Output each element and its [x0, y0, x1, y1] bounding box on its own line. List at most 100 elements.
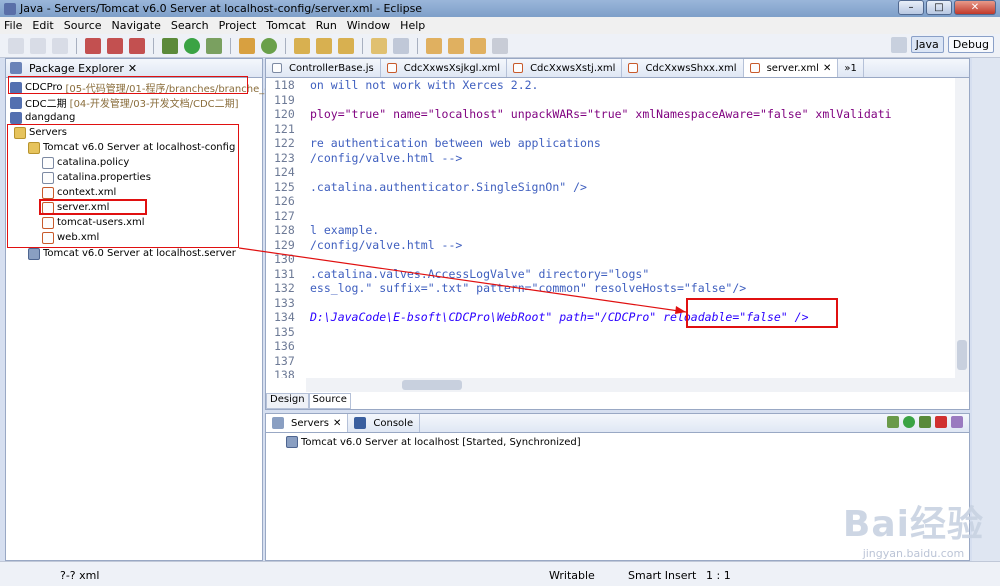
new-class-icon[interactable] [261, 37, 277, 54]
line-number: 137 [274, 353, 295, 368]
menu-help[interactable]: Help [400, 19, 425, 32]
code-line[interactable]: D:\JavaCode\E-bsoft\CDCPro\WebRoot" path… [310, 310, 809, 325]
tree-item-path: [04-开发管理/03-开发文档/CDC二期] [69, 99, 239, 110]
run-icon[interactable] [184, 37, 200, 54]
start-server-icon[interactable] [903, 416, 915, 428]
xml-icon [42, 186, 54, 199]
code-line[interactable]: /config/valve.html --> [310, 238, 462, 253]
menu-search[interactable]: Search [171, 19, 209, 32]
line-number: 130 [274, 252, 295, 266]
stop-server-icon[interactable] [935, 416, 947, 428]
code-line[interactable]: l example. [310, 223, 379, 238]
tab-console[interactable]: Console [348, 414, 421, 432]
vertical-scrollbar[interactable] [955, 78, 969, 378]
line-number: 128 [274, 223, 295, 237]
next-annotation-icon[interactable] [426, 37, 442, 54]
tab-design[interactable]: Design [266, 393, 309, 409]
open-folder-icon[interactable] [316, 37, 332, 54]
forward-icon[interactable] [492, 37, 508, 54]
tree-item[interactable]: dangdang [10, 110, 75, 125]
menu-source[interactable]: Source [64, 19, 102, 32]
tree-item-label: CDC二期 [25, 99, 67, 110]
tab-servers[interactable]: Servers ✕ [266, 414, 349, 432]
annotation-icon[interactable] [393, 37, 409, 54]
code-line[interactable]: /config/valve.html --> [310, 151, 462, 166]
editor-tab[interactable]: CdcXxwsXstj.xml [507, 59, 623, 77]
editor-tab[interactable]: ControllerBase.js [266, 59, 381, 77]
code-line[interactable]: re authentication between web applicatio… [310, 136, 601, 151]
menu-file[interactable]: File [4, 19, 22, 32]
tree-item-label: catalina.policy [57, 157, 130, 168]
menu-project[interactable]: Project [219, 19, 257, 32]
print-icon[interactable] [52, 37, 68, 54]
prev-annotation-icon[interactable] [448, 37, 464, 54]
package-explorer-tab[interactable]: Package Explorer ✕ [6, 59, 262, 78]
menu-tomcat[interactable]: Tomcat [266, 19, 305, 32]
file-icon [749, 63, 760, 73]
server-entry[interactable]: Tomcat v6.0 Server at localhost [Started… [286, 436, 581, 448]
tree-item[interactable]: tomcat-users.xml [42, 215, 145, 230]
back-icon[interactable] [470, 37, 486, 54]
line-number: 134 [274, 310, 295, 324]
server-icon [286, 436, 298, 448]
search-icon[interactable] [338, 37, 354, 54]
open-type-icon[interactable] [294, 37, 310, 54]
external-tools-icon[interactable] [206, 37, 222, 54]
servers-icon [272, 417, 284, 429]
close-icon[interactable]: ✕ [128, 62, 137, 75]
new-icon[interactable] [8, 37, 24, 54]
editor-tab[interactable]: server.xml ✕ [743, 59, 839, 77]
line-number: 138 [274, 368, 295, 378]
tree-item-label: context.xml [57, 187, 117, 198]
file-icon [42, 171, 54, 184]
minimize-button[interactable]: – [898, 0, 924, 15]
code-line[interactable]: ploy="true" name="localhost" unpackWARs=… [310, 107, 892, 122]
code-line[interactable]: .catalina.authenticator.SingleSignOn" /> [310, 180, 587, 195]
tab-source[interactable]: Source [308, 393, 351, 409]
debug-perspective-button[interactable]: Debug [947, 36, 994, 53]
publish-icon[interactable] [951, 416, 963, 428]
menu-edit[interactable]: Edit [32, 19, 53, 32]
menu-navigate[interactable]: Navigate [112, 19, 161, 32]
tree-item[interactable]: Servers [14, 125, 67, 140]
editor-tab[interactable]: CdcXxwsXsjkgl.xml [381, 59, 508, 77]
code-line[interactable]: .catalina.valves.AccessLogValve" directo… [310, 267, 649, 282]
horizontal-scrollbar[interactable] [306, 378, 969, 392]
tree-item-label: tomcat-users.xml [57, 217, 145, 228]
close-icon[interactable]: ✕ [823, 63, 831, 74]
tree-item-label: Tomcat v6.0 Server at localhost-config [43, 142, 236, 153]
tree-item[interactable]: server.xml [42, 200, 109, 215]
save-icon[interactable] [30, 37, 46, 54]
tree-item-label: Tomcat v6.0 Server at localhost.server [43, 248, 236, 259]
tree-item[interactable]: CDCPro [05-代码管理/01-程序/branches/branche_c [10, 80, 270, 95]
tree-item[interactable]: context.xml [42, 185, 116, 200]
tree-item[interactable]: catalina.policy [42, 155, 129, 170]
profile-server-icon[interactable] [919, 416, 931, 428]
menu-window[interactable]: Window [347, 19, 390, 32]
code-line[interactable]: on will not work with Xerces 2.2. [310, 78, 538, 93]
close-icon[interactable]: ✕ [333, 418, 341, 429]
tree-item[interactable]: CDC二期 [04-开发管理/03-开发文档/CDC二期] [10, 95, 239, 110]
maximize-button[interactable]: □ [926, 0, 952, 15]
open-perspective-icon[interactable] [890, 36, 907, 53]
tree-item[interactable]: Tomcat v6.0 Server at localhost-config [28, 140, 235, 155]
toggle-mark-icon[interactable] [371, 37, 387, 54]
tomcat-start-icon[interactable] [85, 37, 101, 54]
close-button[interactable]: ✕ [954, 0, 996, 15]
java-perspective-button[interactable]: Java [910, 36, 944, 53]
debug-icon[interactable] [162, 37, 178, 54]
tree-item[interactable]: web.xml [42, 230, 99, 245]
editor-mode-tabs: Design Source [266, 393, 351, 409]
new-package-icon[interactable] [239, 37, 255, 54]
editor-tab[interactable]: CdcXxwsShxx.xml [622, 59, 744, 77]
code-line[interactable]: ess_log." suffix=".txt" pattern="common"… [310, 281, 746, 296]
tomcat-restart-icon[interactable] [129, 37, 145, 54]
menu-run[interactable]: Run [316, 19, 337, 32]
file-icon [628, 63, 639, 73]
tree-item[interactable]: catalina.properties [42, 170, 151, 185]
debug-server-icon[interactable] [887, 416, 899, 428]
tomcat-stop-icon[interactable] [107, 37, 123, 54]
code-area[interactable]: 118 on will not work with Xerces 2.2. 119 1… [266, 78, 969, 378]
tree-item[interactable]: Tomcat v6.0 Server at localhost.server [28, 246, 236, 261]
editor-tab[interactable]: »1 [838, 59, 864, 77]
